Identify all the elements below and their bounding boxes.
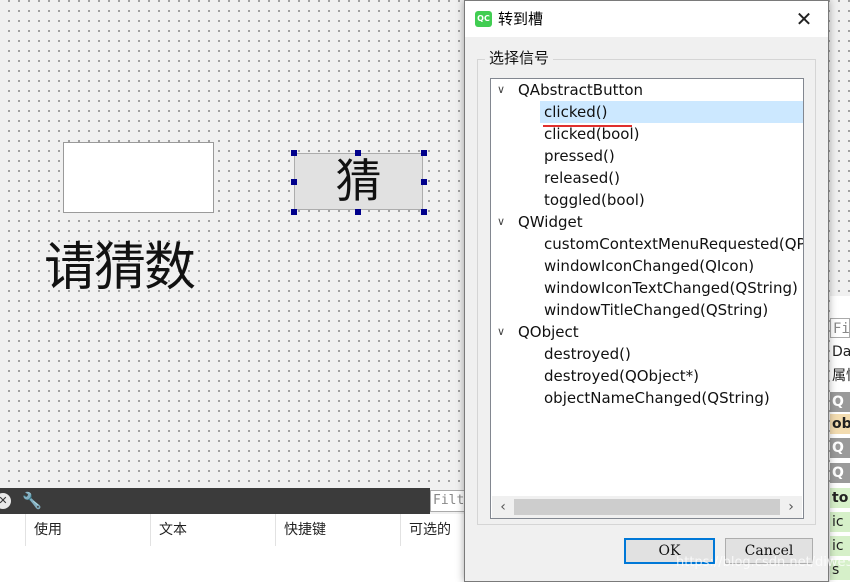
property-row[interactable]: ic <box>830 536 850 556</box>
properties-label: 属性 <box>832 368 850 384</box>
annotation-underline <box>543 125 632 127</box>
tree-signal-item[interactable]: windowIconTextChanged(QString) <box>544 277 798 299</box>
chevron-left-icon[interactable]: ‹ <box>492 496 514 518</box>
action-table-header: 使用 文本 快捷键 可选的 <box>0 514 470 547</box>
property-panel: Filt Dashb 属性 Q ob Q Q to ic ic s <box>830 296 850 582</box>
dialog-title: 转到槽 <box>498 10 544 28</box>
resize-handle[interactable] <box>291 150 297 156</box>
resize-handle[interactable] <box>291 209 297 215</box>
object-name: Dashb <box>832 344 850 360</box>
signal-tree[interactable]: ∨ QAbstractButton clicked() clicked(bool… <box>490 78 804 519</box>
action-editor-toolbar: ✕ 🔧 <box>0 488 430 514</box>
tree-signal-item[interactable]: destroyed() <box>544 343 631 365</box>
tree-signal-item[interactable]: toggled(bool) <box>544 189 645 211</box>
tree-class-node[interactable]: QAbstractButton <box>518 79 643 101</box>
tree-signal-item[interactable]: destroyed(QObject*) <box>544 365 699 387</box>
tree-signal-item[interactable]: released() <box>544 167 620 189</box>
resize-handle[interactable] <box>421 179 427 185</box>
horizontal-scrollbar[interactable]: ‹ › <box>492 496 802 518</box>
resize-handle[interactable] <box>355 209 361 215</box>
go-to-slot-dialog: QC 转到槽 ✕ 选择信号 ∨ QAbstractButton clicked(… <box>464 0 829 582</box>
property-group-header[interactable]: Q <box>830 392 850 412</box>
resize-handle[interactable] <box>291 179 297 185</box>
property-row[interactable]: ic <box>830 512 850 532</box>
column-header[interactable]: 使用 <box>25 514 150 546</box>
chevron-down-icon[interactable]: ∨ <box>497 211 509 233</box>
property-group-header[interactable]: Q <box>830 438 850 458</box>
wrench-icon[interactable]: 🔧 <box>22 491 46 511</box>
resize-handle[interactable] <box>355 150 361 156</box>
tree-class-node[interactable]: QObject <box>518 321 579 343</box>
ok-button[interactable]: OK <box>624 538 715 564</box>
column-header[interactable]: 可选的 <box>400 514 470 546</box>
guess-button[interactable]: 猜 <box>294 153 423 210</box>
tree-signal-item[interactable]: windowIconChanged(QIcon) <box>544 255 754 277</box>
qt-creator-icon: QC <box>475 11 492 27</box>
property-row[interactable]: s <box>830 560 850 580</box>
property-row[interactable]: to <box>830 488 850 508</box>
prompt-label[interactable]: 请猜数 <box>44 236 196 300</box>
close-icon[interactable]: ✕ <box>0 493 11 509</box>
groupbox-title: 选择信号 <box>485 47 554 69</box>
scrollbar-thumb[interactable] <box>514 499 780 515</box>
filter-input[interactable]: Filt <box>830 318 850 338</box>
chevron-down-icon[interactable]: ∨ <box>497 321 509 343</box>
tree-signal-item[interactable]: windowTitleChanged(QString) <box>544 299 768 321</box>
tree-signal-item[interactable]: customContextMenuRequested(QPoint) <box>544 233 803 255</box>
tree-class-node[interactable]: QWidget <box>518 211 583 233</box>
action-table-body <box>0 546 470 582</box>
number-input[interactable] <box>63 142 214 213</box>
chevron-right-icon[interactable]: › <box>780 496 802 518</box>
resize-handle[interactable] <box>421 150 427 156</box>
dialog-titlebar[interactable]: QC 转到槽 ✕ <box>465 1 828 37</box>
property-row[interactable]: ob <box>830 414 850 434</box>
tree-signal-item[interactable]: objectNameChanged(QString) <box>544 387 770 409</box>
tree-signal-item[interactable]: clicked() <box>544 101 607 123</box>
column-header[interactable]: 文本 <box>150 514 275 546</box>
resize-handle[interactable] <box>421 209 427 215</box>
property-group-header[interactable]: Q <box>830 463 850 483</box>
cancel-button[interactable]: Cancel <box>725 538 813 564</box>
close-icon[interactable]: ✕ <box>792 7 816 31</box>
tree-signal-item[interactable]: pressed() <box>544 145 615 167</box>
chevron-down-icon[interactable]: ∨ <box>497 79 509 101</box>
column-header[interactable]: 快捷键 <box>275 514 400 546</box>
